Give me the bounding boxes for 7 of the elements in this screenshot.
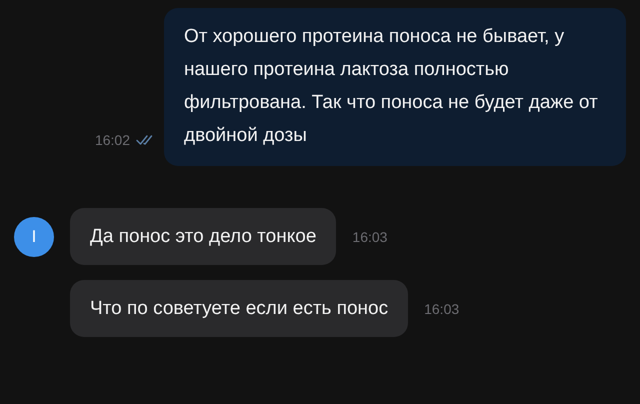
message-bubble: Что по советуете если есть понос [70,280,408,337]
message-time: 16:03 [352,228,388,244]
avatar[interactable]: I [14,216,54,256]
message-bubble: От хорошего протеина поноса не бывает, у нашего протеина лактоза полностью фильтрована. Так что поноса не будет даже от двойной дозы [164,8,626,166]
message-time: 16:03 [424,300,460,316]
message-bubble: Да понос это дело тонкое [70,208,336,265]
message-time: 16:02 [94,132,130,148]
